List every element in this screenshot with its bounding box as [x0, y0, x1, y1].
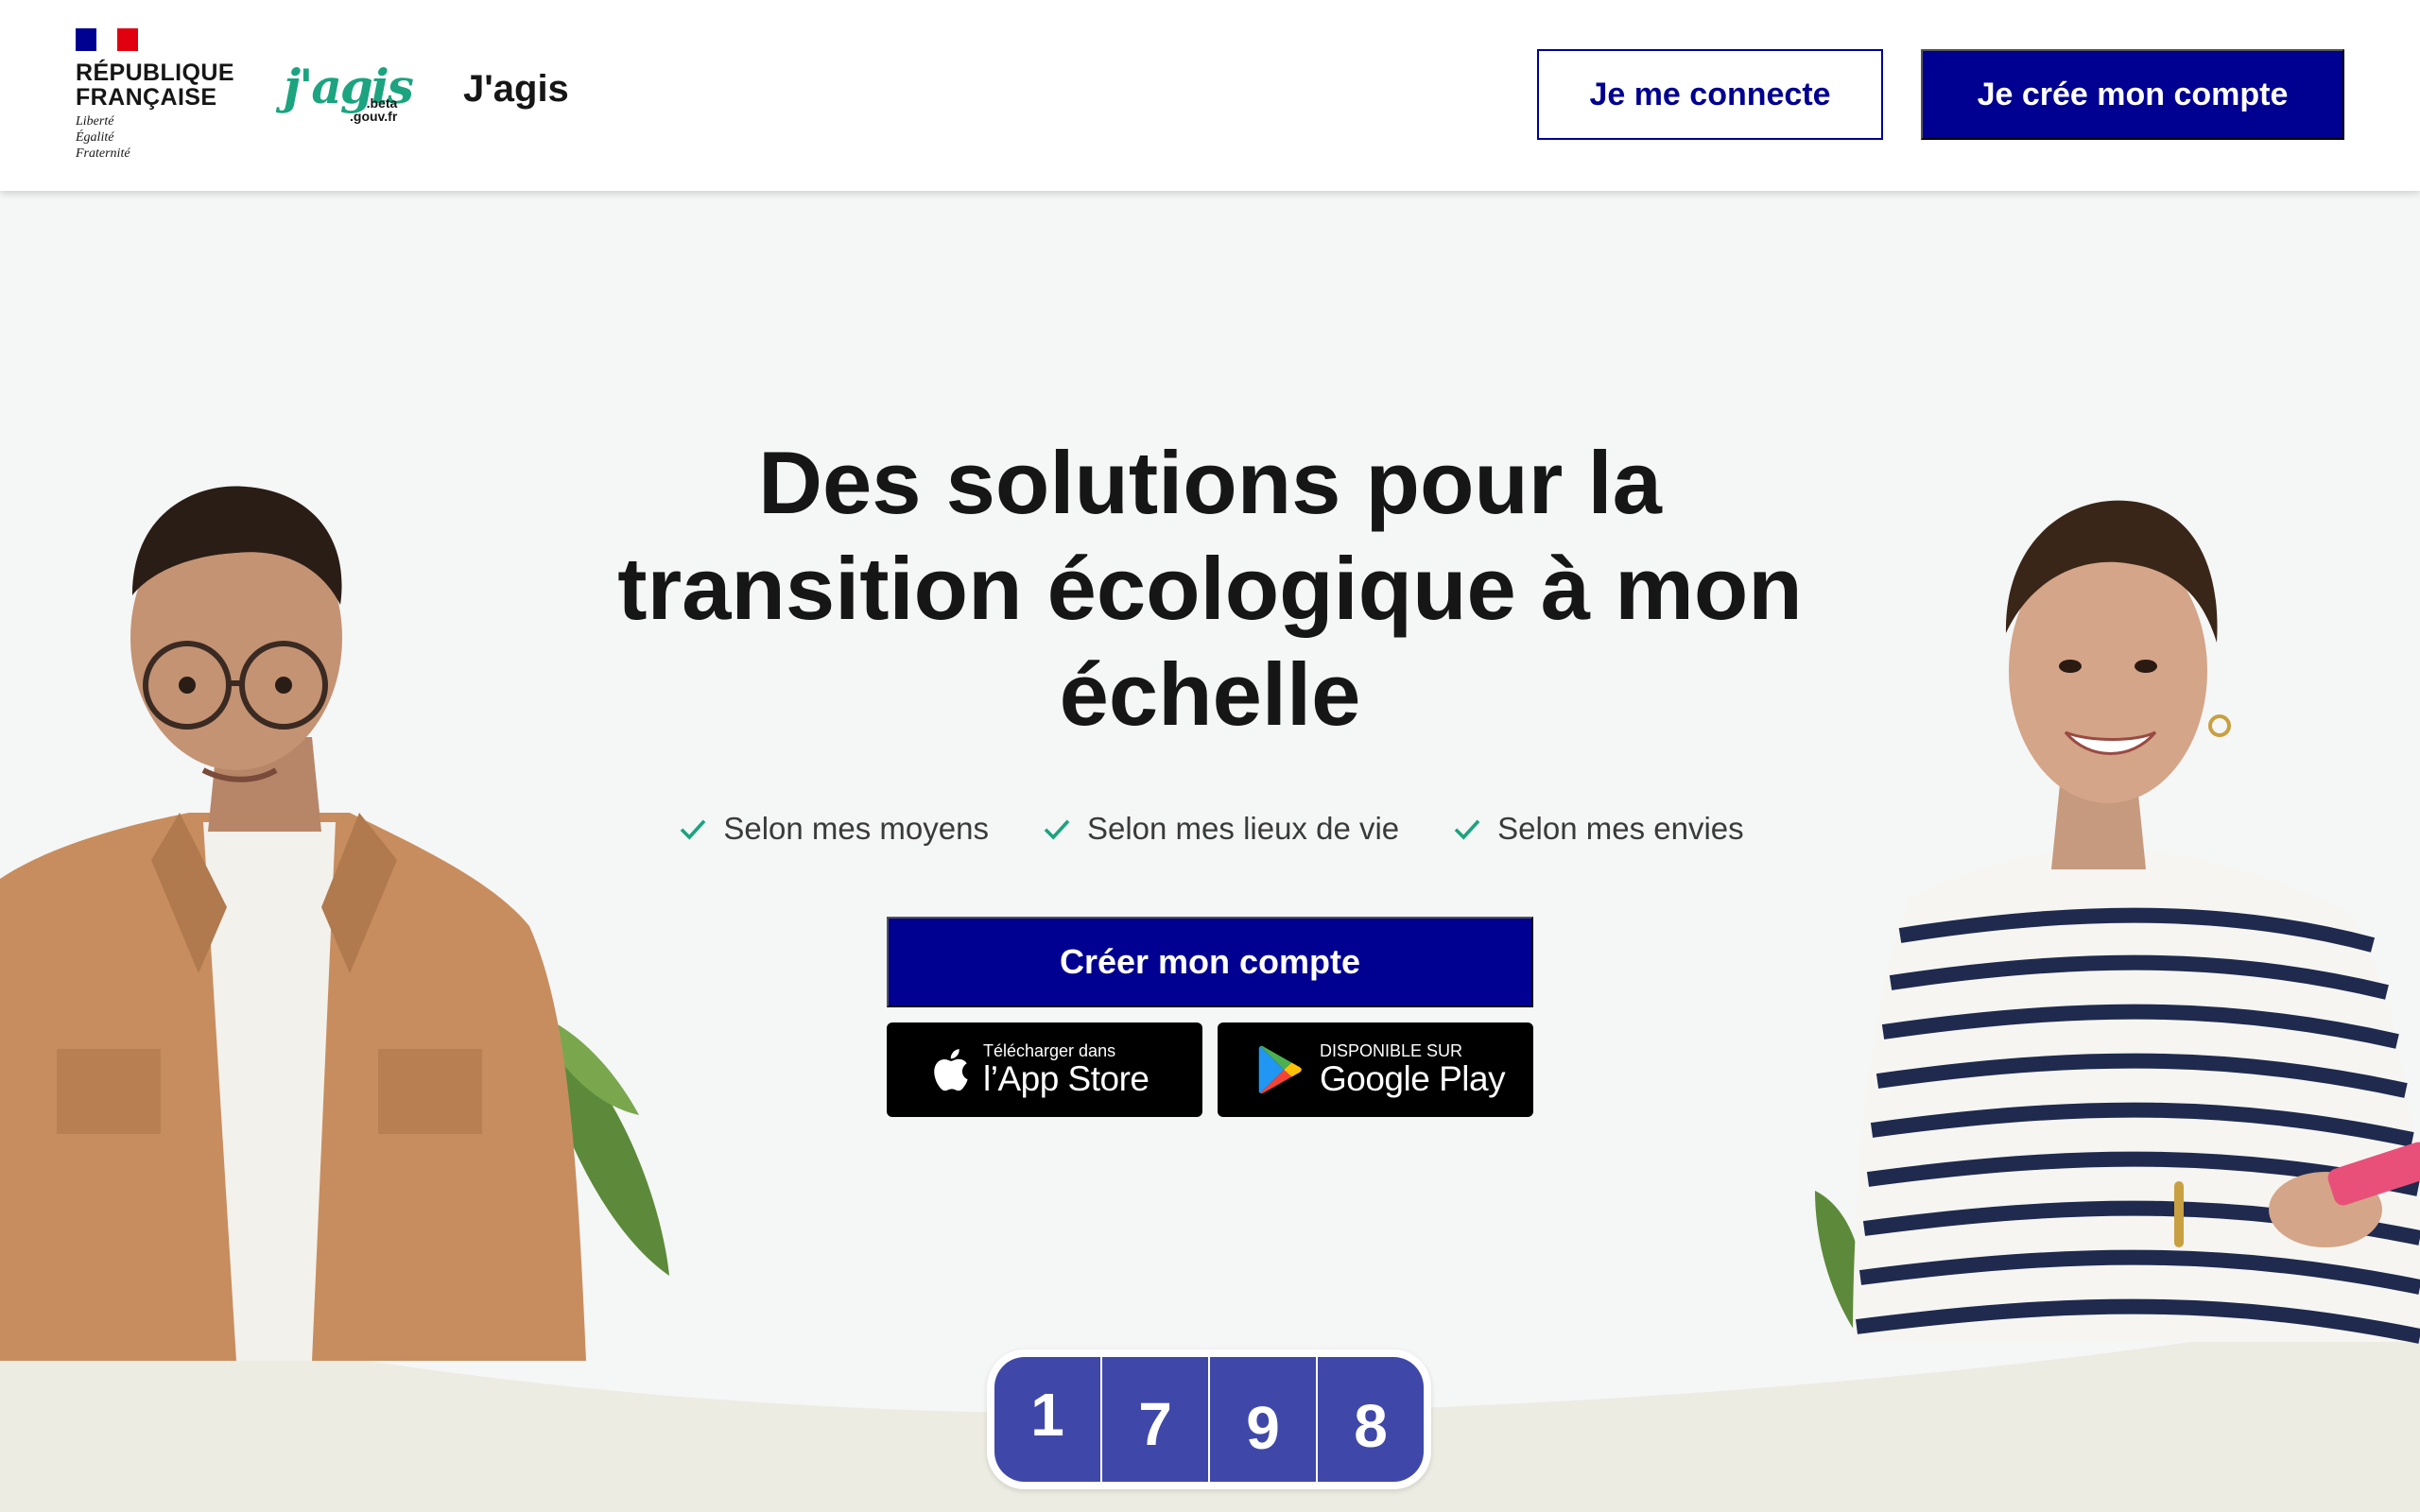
counter-digit: 8 — [1318, 1357, 1424, 1482]
counter-digit: 1 — [994, 1357, 1102, 1482]
french-flag-icon — [76, 28, 138, 51]
feature-label: Selon mes envies — [1497, 811, 1744, 846]
counter-digit: 7 — [1102, 1357, 1210, 1482]
site-header: RÉPUBLIQUE FRANÇAISE Liberté Égalité Fra… — [0, 0, 2420, 191]
create-account-button[interactable]: Je crée mon compte — [1921, 49, 2344, 140]
check-icon — [1044, 819, 1070, 840]
google-play-big-text: Google Play — [1320, 1059, 1506, 1098]
user-counter: 1 7 9 8 — [987, 1349, 1431, 1489]
feature-label: Selon mes moyens — [723, 811, 989, 846]
feature-list: Selon mes moyens Selon mes lieux de vie … — [0, 811, 2420, 847]
check-icon — [1454, 819, 1480, 840]
app-store-button[interactable]: Télécharger dans l’App Store — [887, 1022, 1202, 1117]
app-store-small-text: Télécharger dans — [983, 1041, 1116, 1060]
hero-title: Des solutions pour la transition écologi… — [617, 433, 1803, 744]
apple-icon — [934, 1049, 968, 1091]
feature-item: Selon mes envies — [1450, 811, 1744, 847]
google-play-icon — [1258, 1045, 1302, 1094]
republique-motto: Liberté Égalité Fraternité — [76, 114, 130, 161]
feature-label: Selon mes lieux de vie — [1086, 811, 1400, 846]
counter-digit: 9 — [1210, 1357, 1318, 1482]
app-store-big-text: l’App Store — [983, 1059, 1150, 1098]
create-account-cta-button[interactable]: Créer mon compte — [887, 917, 1533, 1007]
jagis-logo[interactable]: j'agis .beta .gouv.fr — [284, 59, 414, 134]
google-play-small-text: DISPONIBLE SUR — [1320, 1041, 1463, 1060]
feature-item: Selon mes lieux de vie — [1040, 811, 1399, 847]
site-title[interactable]: J'agis — [463, 68, 569, 111]
check-icon — [681, 819, 706, 840]
feature-item: Selon mes moyens — [676, 811, 989, 847]
google-play-button[interactable]: DISPONIBLE SUR Google Play — [1218, 1022, 1533, 1117]
login-button[interactable]: Je me connecte — [1537, 49, 1883, 140]
jagis-logo-domain: .beta .gouv.fr — [350, 95, 398, 124]
republique-name: RÉPUBLIQUE FRANÇAISE — [76, 60, 234, 111]
republique-francaise-logo[interactable]: RÉPUBLIQUE FRANÇAISE Liberté Égalité Fra… — [76, 28, 234, 162]
